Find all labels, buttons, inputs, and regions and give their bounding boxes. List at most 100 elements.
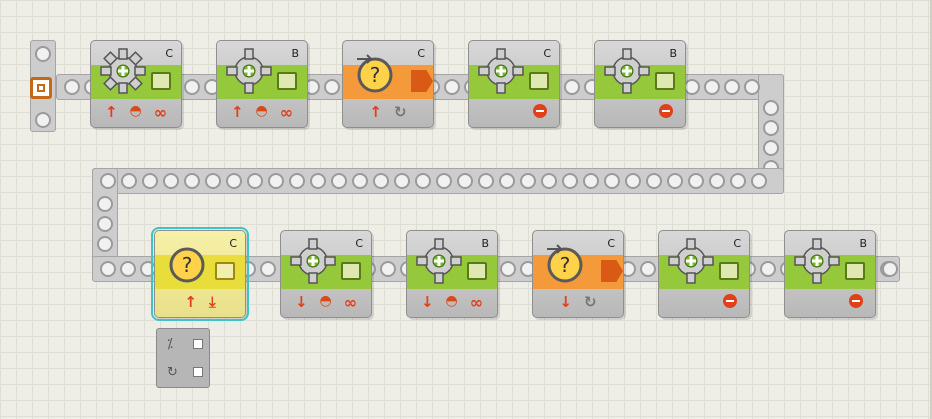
beam-hole bbox=[247, 173, 263, 189]
port-tab-icon bbox=[341, 262, 361, 280]
motor-stop-block[interactable]: C bbox=[468, 40, 560, 128]
wait-rotation-icon: ? bbox=[169, 247, 205, 283]
rotation-sensor-block[interactable]: C ? ↑ ↻ bbox=[342, 40, 434, 128]
unlimited-infinity-icon: ∞ bbox=[469, 293, 484, 312]
up-arrow-icon: ↑ bbox=[104, 103, 118, 121]
svg-text:?: ? bbox=[560, 253, 571, 277]
program-canvas[interactable]: C ↑ ◓ ∞ B ↑ ◓ ∞ C ? ↑ ↻ C B C ? ↑ ⤓ C ↓ … bbox=[0, 0, 932, 419]
port-label: B bbox=[481, 237, 489, 250]
beam-hole bbox=[709, 173, 725, 189]
motor-block[interactable]: C ↑ ◓ ∞ bbox=[90, 40, 182, 128]
beam-hole bbox=[499, 173, 515, 189]
beam-hole bbox=[120, 261, 136, 277]
beam-hole bbox=[763, 140, 779, 156]
port-label: C bbox=[543, 47, 551, 60]
power-gauge-icon: ◓ bbox=[319, 293, 332, 309]
gear-icon bbox=[290, 238, 336, 284]
beam-hole bbox=[704, 79, 720, 95]
beam-hole bbox=[564, 79, 580, 95]
beam-hole bbox=[562, 173, 578, 189]
beam-hole bbox=[688, 173, 704, 189]
beam-hole bbox=[744, 79, 760, 95]
beam-hole bbox=[730, 173, 746, 189]
stop-icon bbox=[849, 294, 863, 308]
beam-hole bbox=[121, 173, 137, 189]
beam-hole bbox=[260, 261, 276, 277]
motor-stop-block[interactable]: B bbox=[784, 230, 876, 318]
up-arrow-icon: ↑ bbox=[184, 293, 197, 311]
beam-hole bbox=[163, 173, 179, 189]
motor-stop-block[interactable]: C bbox=[658, 230, 750, 318]
beam-hole bbox=[373, 173, 389, 189]
beam-hole bbox=[763, 120, 779, 136]
unlimited-infinity-icon: ∞ bbox=[279, 103, 294, 122]
power-gauge-icon: ◓ bbox=[445, 293, 458, 309]
hub-plug[interactable] bbox=[193, 339, 203, 349]
port-tab-icon bbox=[655, 72, 675, 90]
rotation-icon: ↻ bbox=[584, 293, 597, 311]
beam-hole bbox=[763, 100, 779, 116]
motor-block[interactable]: C ↓ ◓ ∞ bbox=[280, 230, 372, 318]
beam-hole bbox=[684, 79, 700, 95]
rotation-icon: ↻ bbox=[167, 365, 178, 380]
beam-hole bbox=[751, 173, 767, 189]
start-block-icon[interactable] bbox=[30, 77, 52, 99]
port-tab-icon bbox=[151, 72, 171, 90]
beam-hole bbox=[226, 173, 242, 189]
port-tab-icon bbox=[845, 262, 865, 280]
compare-icon: ⁒ bbox=[167, 337, 173, 352]
gear-icon bbox=[416, 238, 462, 284]
rotation-sensor-block-selected[interactable]: C ? ↑ ⤓ bbox=[151, 227, 249, 321]
beam-hole bbox=[500, 261, 516, 277]
beam-hole bbox=[35, 112, 51, 128]
unlimited-infinity-icon: ∞ bbox=[153, 103, 168, 122]
beam-hole bbox=[142, 173, 158, 189]
beam-hole bbox=[97, 216, 113, 232]
svg-text:?: ? bbox=[182, 253, 193, 277]
beam-hole bbox=[640, 261, 656, 277]
wait-rotation-icon: ? bbox=[547, 244, 583, 283]
port-label: B bbox=[291, 47, 299, 60]
beam-hole bbox=[625, 173, 641, 189]
rotation-sensor-block[interactable]: C ? ↓ ↻ bbox=[532, 230, 624, 318]
motor-block[interactable]: B ↑ ◓ ∞ bbox=[216, 40, 308, 128]
beam-hole bbox=[380, 261, 396, 277]
unlimited-infinity-icon: ∞ bbox=[343, 293, 358, 312]
motor-stop-block[interactable]: B bbox=[594, 40, 686, 128]
port-label: C bbox=[607, 237, 615, 250]
port-tab-icon bbox=[529, 72, 549, 90]
beam-hole bbox=[184, 79, 200, 95]
wait-rotation-icon: ? bbox=[357, 54, 393, 93]
port-label: C bbox=[733, 237, 741, 250]
beam-hole bbox=[331, 173, 347, 189]
port-label: C bbox=[417, 47, 425, 60]
port-tab-icon bbox=[467, 262, 487, 280]
beam-hole bbox=[268, 173, 284, 189]
port-label: B bbox=[669, 47, 677, 60]
port-tab-icon bbox=[719, 262, 739, 280]
beam-hole bbox=[324, 79, 340, 95]
svg-text:?: ? bbox=[370, 63, 381, 87]
hub-plug[interactable] bbox=[193, 367, 203, 377]
beam-hole bbox=[64, 79, 80, 95]
port-label: C bbox=[165, 47, 173, 60]
beam-hole bbox=[35, 46, 51, 62]
power-gauge-icon: ◓ bbox=[129, 103, 142, 119]
beam-hole bbox=[444, 79, 460, 95]
beam-hole bbox=[100, 173, 116, 189]
gear-icon bbox=[226, 48, 272, 94]
beam-hole bbox=[478, 173, 494, 189]
beam-hole bbox=[457, 173, 473, 189]
beam-hole bbox=[604, 173, 620, 189]
port-tab-icon bbox=[215, 262, 235, 280]
gear-icon bbox=[604, 48, 650, 94]
beam-hole bbox=[760, 261, 776, 277]
port-label: B bbox=[859, 237, 867, 250]
beam-hole bbox=[541, 173, 557, 189]
port-tab-icon bbox=[277, 72, 297, 90]
data-hub[interactable]: ⁒ ↻ bbox=[156, 328, 210, 388]
beam-hole bbox=[97, 236, 113, 252]
rotation-icon: ↻ bbox=[394, 103, 407, 121]
down-arrow-icon: ↓ bbox=[420, 293, 434, 311]
motor-block[interactable]: B ↓ ◓ ∞ bbox=[406, 230, 498, 318]
